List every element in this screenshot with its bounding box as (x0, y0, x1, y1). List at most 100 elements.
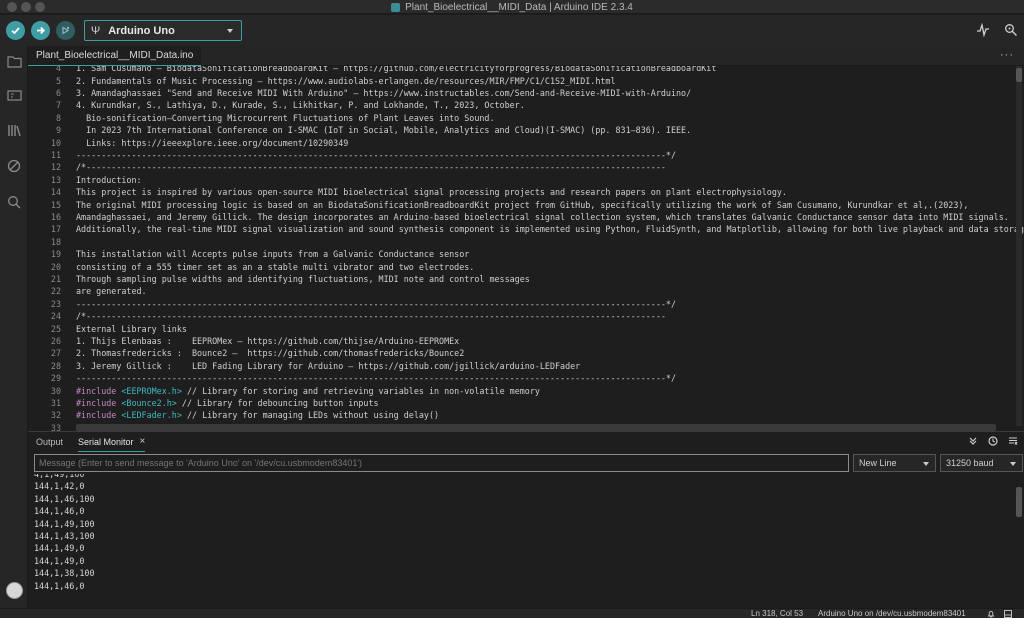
line-number: 4 (55, 66, 61, 74)
library-manager-button[interactable] (6, 122, 22, 138)
line-number: 27 (50, 348, 61, 359)
code-line[interactable]: 28 3. Jeremy Gillick : LED Fading Library… (28, 360, 1024, 372)
code-line[interactable]: 5 2. Fundamentals of Music Processing – h… (28, 74, 1024, 86)
code-text: #include <Bounce2.h> // Library for debo… (76, 398, 379, 408)
line-number: 15 (50, 199, 61, 210)
code-line[interactable]: 20 consisting of a 555 timer set as an a … (28, 260, 1024, 272)
tab-output[interactable]: Output (36, 432, 63, 452)
line-number: 21 (50, 273, 61, 284)
header-name: <Bounce2.h> (121, 397, 177, 408)
line-number: 32 (50, 410, 61, 421)
serial-plotter-button[interactable] (976, 22, 990, 42)
line-ending-select[interactable]: New Line (853, 454, 936, 472)
line-number: 13 (50, 174, 61, 185)
serial-line: 144,1,46,100 (34, 493, 95, 504)
avatar[interactable] (6, 582, 23, 599)
editor-tab-bar: Plant_Bioelectrical__MIDI_Data.ino ··· (28, 46, 1024, 66)
verify-button[interactable] (6, 21, 25, 40)
code-line[interactable]: 22 are generated. (28, 285, 1024, 297)
code-text: 2. Fundamentals of Music Processing – ht… (76, 75, 616, 86)
code-line[interactable]: 10 Links: https://ieeexplore.ieee.org/do… (28, 136, 1024, 148)
code-line[interactable]: 29 --------------------------------------… (28, 372, 1024, 384)
code-line[interactable]: 16 Amandaghassaei, and Jeremy Gillick. Th… (28, 211, 1024, 223)
board-name: Arduino Uno (108, 24, 175, 37)
search-button[interactable] (6, 194, 22, 210)
serial-line: 144,1,43,100 (34, 530, 95, 541)
tab-serial-monitor[interactable]: Serial Monitor × (78, 432, 146, 452)
code-line[interactable]: 26 1. Thijs Elenbaas : EEPROMex – https:/… (28, 335, 1024, 347)
serial-monitor-button[interactable] (1004, 23, 1018, 42)
board-port-status[interactable]: Arduino Uno on /dev/cu.usbmodem83401 (818, 609, 966, 618)
code-text: #include <LEDFader.h> // Library for man… (76, 410, 439, 420)
serial-output[interactable]: 4,1,49,100 144,1,42,0 144,1,46,100 144,1,46… (34, 474, 1014, 604)
board-selector[interactable]: Ψ Arduino Uno (84, 20, 242, 41)
comment-text: // Library for storing and retrieving va… (181, 385, 540, 396)
baud-rate-select[interactable]: 31250 baud (940, 454, 1023, 472)
code-text: Links: https://ieeexplore.ieee.org/docum… (76, 137, 349, 148)
notifications-icon[interactable] (987, 610, 995, 618)
code-line[interactable]: 25 External Library links (28, 322, 1024, 334)
line-number: 22 (50, 286, 61, 297)
code-line[interactable]: 27 2. Thomasfredericks : Bounce2 – https:… (28, 347, 1024, 359)
serial-scroll-thumb[interactable] (1016, 487, 1022, 517)
line-number: 5 (55, 75, 61, 86)
code-line[interactable]: 7 4. Kurundkar, S., Lathiya, D., Kurade, … (28, 99, 1024, 111)
serial-line: 144,1,38,100 (34, 568, 95, 579)
code-line[interactable]: 11 --------------------------------------… (28, 149, 1024, 161)
title-bar: Plant_Bioelectrical__MIDI_Data | Arduino… (0, 0, 1024, 14)
code-line[interactable]: 9 In 2023 7th International Conference o… (28, 124, 1024, 136)
code-line[interactable]: 18 (28, 236, 1024, 248)
line-number: 9 (55, 125, 61, 136)
usb-icon: Ψ (91, 24, 101, 37)
header-name: <EEPROMex.h> (121, 385, 182, 396)
code-line[interactable]: 32 #include <LEDFader.h> // Library for m… (28, 409, 1024, 421)
boards-manager-button[interactable] (6, 87, 22, 103)
code-line[interactable]: 8 Bio-sonification–Converting Microcurre… (28, 112, 1024, 124)
cursor-position[interactable]: Ln 318, Col 53 (751, 609, 803, 618)
no-entry-icon (7, 159, 21, 173)
line-number: 16 (50, 211, 61, 222)
library-icon (7, 125, 21, 137)
line-number: 30 (50, 385, 61, 396)
toolbar: Ψ Arduino Uno (0, 15, 1024, 46)
code-line[interactable]: 24 /*------------------------------------… (28, 310, 1024, 322)
code-line[interactable]: 4 1. Sam Cusumano – BiodataSonificationBr… (28, 66, 1024, 74)
panel-toggle-icon[interactable] (1004, 610, 1012, 618)
code-line[interactable]: 13 Introduction: (28, 174, 1024, 186)
editor-scroll-thumb[interactable] (1016, 68, 1022, 82)
code-line[interactable]: 31 #include <Bounce2.h> // Library for de… (28, 397, 1024, 409)
more-tabs-icon[interactable]: ··· (1000, 49, 1014, 61)
line-number: 20 (50, 261, 61, 272)
chevron-down-icon (923, 462, 929, 466)
editor-vertical-scrollbar[interactable] (1016, 66, 1022, 426)
debug-button[interactable] (56, 21, 75, 40)
code-line[interactable]: 23 --------------------------------------… (28, 298, 1024, 310)
code-line[interactable]: 17 Additionally, the real-time MIDI signa… (28, 223, 1024, 235)
timestamp-clock-icon[interactable] (988, 436, 998, 446)
code-line[interactable]: 6 3. Amandaghassaei "Send and Receive MID… (28, 87, 1024, 99)
code-line[interactable]: 30 #include <EEPROMex.h> // Library for s… (28, 384, 1024, 396)
code-text: /*--------------------------------------… (76, 311, 666, 322)
editor-horizontal-scrollbar[interactable] (76, 424, 996, 431)
line-number: 26 (50, 335, 61, 346)
code-line[interactable]: 21 Through sampling pulse widths and iden… (28, 273, 1024, 285)
code-line[interactable]: 14 This project is inspired by various op… (28, 186, 1024, 198)
serial-message-input[interactable] (34, 454, 849, 472)
serial-line: 144,1,46,0 (34, 580, 85, 591)
debug-view-button[interactable] (6, 158, 22, 174)
close-icon[interactable]: × (140, 436, 146, 447)
code-line[interactable]: 19 This installation will Accepts pulse i… (28, 248, 1024, 260)
sketchbook-button[interactable] (6, 53, 22, 69)
clear-output-icon[interactable] (1008, 436, 1018, 446)
code-line[interactable]: 15 The original MIDI processing logic is … (28, 198, 1024, 210)
serial-line: 144,1,42,0 (34, 481, 85, 492)
code-text: Through sampling pulse widths and identi… (76, 273, 530, 284)
line-number: 17 (50, 224, 61, 235)
header-name: <LEDFader.h> (121, 410, 182, 421)
code-line[interactable]: 12 /*------------------------------------… (28, 161, 1024, 173)
tab-sketch-file[interactable]: Plant_Bioelectrical__MIDI_Data.ino (28, 46, 202, 66)
upload-button[interactable] (31, 21, 50, 40)
code-editor[interactable]: 4 1. Sam Cusumano – BiodataSonificationBr… (28, 66, 1024, 431)
code-text: consisting of a 555 timer set as an a st… (76, 261, 475, 272)
autoscroll-icon[interactable] (968, 436, 978, 446)
